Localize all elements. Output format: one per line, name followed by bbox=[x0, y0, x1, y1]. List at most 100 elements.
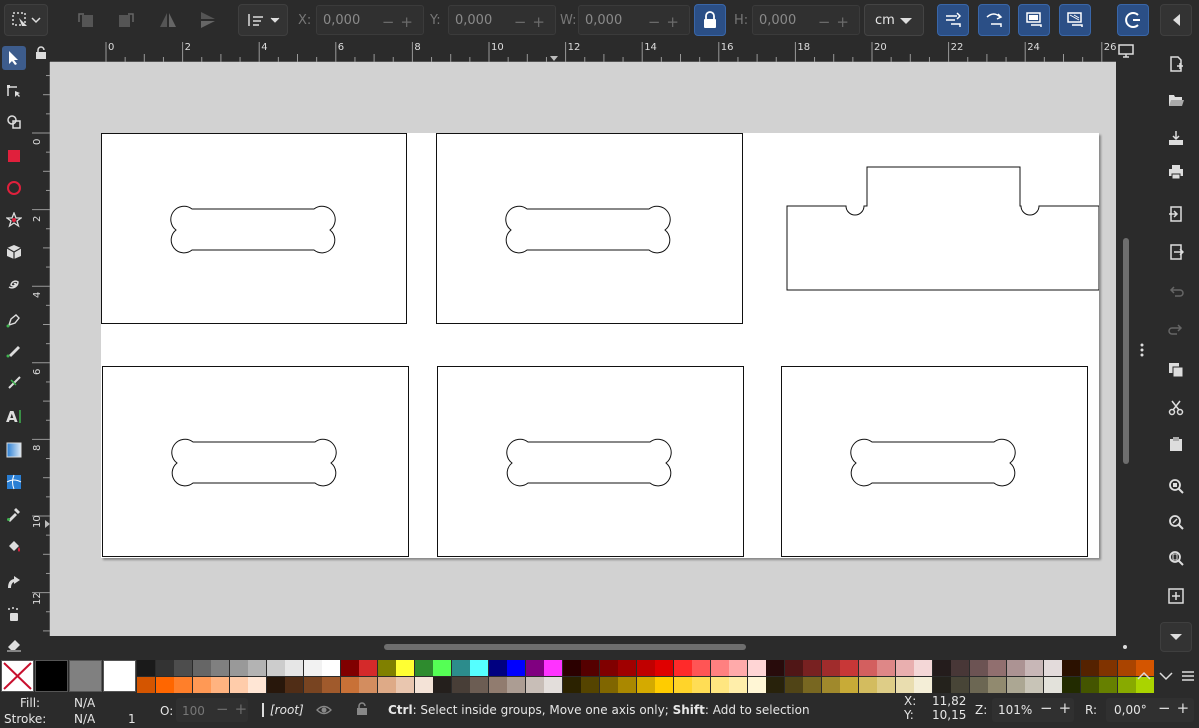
color-swatch[interactable] bbox=[377, 677, 396, 693]
color-swatch[interactable] bbox=[673, 677, 692, 693]
color-swatch[interactable] bbox=[248, 660, 266, 676]
color-swatch[interactable] bbox=[174, 677, 192, 693]
document-page[interactable] bbox=[101, 133, 1099, 558]
color-swatch[interactable] bbox=[803, 677, 821, 693]
scale-corners-button[interactable] bbox=[978, 4, 1010, 36]
redo-button[interactable] bbox=[1164, 318, 1188, 342]
color-swatch[interactable] bbox=[1099, 677, 1117, 693]
no-paint-swatch[interactable] bbox=[1, 660, 34, 692]
color-swatch[interactable] bbox=[507, 660, 525, 676]
eraser-tool[interactable] bbox=[2, 632, 26, 656]
x-stepper-icon[interactable]: −+ bbox=[382, 13, 419, 31]
y-input[interactable]: 0,000 −+ bbox=[448, 5, 556, 35]
color-swatch[interactable] bbox=[840, 677, 858, 693]
color-swatch[interactable] bbox=[451, 677, 470, 693]
vertical-ruler[interactable]: 0 2 4 6 8 10 12 bbox=[30, 62, 50, 636]
color-swatch[interactable] bbox=[1080, 660, 1099, 676]
color-swatch[interactable] bbox=[618, 677, 636, 693]
color-swatch[interactable] bbox=[673, 660, 692, 676]
color-swatch[interactable] bbox=[840, 660, 858, 676]
snap-toggle-button[interactable] bbox=[1117, 4, 1149, 36]
swatch-gray[interactable] bbox=[69, 660, 102, 692]
color-swatch[interactable] bbox=[914, 660, 932, 676]
color-swatch[interactable] bbox=[470, 660, 488, 676]
color-swatch[interactable] bbox=[1062, 660, 1080, 676]
color-swatch[interactable] bbox=[544, 677, 562, 693]
copy-button[interactable] bbox=[1164, 358, 1188, 382]
lock-proportions-button[interactable] bbox=[694, 4, 726, 36]
color-swatch[interactable] bbox=[710, 677, 729, 693]
w-stepper-icon[interactable]: −+ bbox=[648, 13, 685, 31]
tweak-tool[interactable] bbox=[2, 570, 26, 594]
color-swatch[interactable] bbox=[433, 677, 451, 693]
color-swatch[interactable] bbox=[322, 660, 340, 676]
color-swatch[interactable] bbox=[303, 660, 322, 676]
layer-visibility-toggle[interactable] bbox=[316, 703, 332, 720]
gradient-tool[interactable] bbox=[2, 438, 26, 462]
color-swatch[interactable] bbox=[599, 660, 618, 676]
color-swatch[interactable] bbox=[988, 660, 1006, 676]
rotation-input[interactable]: 0,00° −+ bbox=[1106, 698, 1194, 722]
color-swatch[interactable] bbox=[932, 660, 951, 676]
zoom-input[interactable]: 101% −+ bbox=[992, 698, 1074, 722]
x-input[interactable]: 0,000 −+ bbox=[316, 5, 424, 35]
color-swatch[interactable] bbox=[322, 677, 340, 693]
pen-tool[interactable] bbox=[2, 308, 26, 332]
color-swatch[interactable] bbox=[192, 677, 211, 693]
layer-lock-toggle[interactable] bbox=[355, 702, 369, 719]
color-swatch[interactable] bbox=[1006, 660, 1025, 676]
move-gradients-button[interactable] bbox=[1018, 4, 1050, 36]
color-swatch[interactable] bbox=[266, 677, 285, 693]
shape-builder-tool[interactable] bbox=[2, 110, 26, 134]
color-swatch[interactable] bbox=[747, 660, 766, 676]
undo-button[interactable] bbox=[1164, 280, 1188, 304]
color-swatch[interactable] bbox=[1099, 660, 1117, 676]
color-swatch[interactable] bbox=[581, 677, 599, 693]
display-mode-toggle[interactable] bbox=[1118, 44, 1134, 61]
color-swatch[interactable] bbox=[137, 660, 155, 676]
color-swatch[interactable] bbox=[285, 677, 303, 693]
color-swatch[interactable] bbox=[525, 660, 544, 676]
color-swatch[interactable] bbox=[821, 660, 840, 676]
panel-handle[interactable] bbox=[1138, 342, 1146, 361]
bone-cutout[interactable] bbox=[170, 205, 336, 254]
3d-box-tool[interactable] bbox=[2, 240, 26, 264]
star-tool[interactable] bbox=[2, 208, 26, 232]
color-swatch[interactable] bbox=[636, 660, 655, 676]
color-swatch[interactable] bbox=[655, 677, 673, 693]
color-swatch[interactable] bbox=[377, 660, 396, 676]
new-document-button[interactable] bbox=[1164, 52, 1188, 76]
color-swatch[interactable] bbox=[1043, 677, 1062, 693]
current-layer[interactable]: [root] bbox=[270, 703, 304, 717]
color-swatch[interactable] bbox=[1117, 660, 1136, 676]
color-swatch[interactable] bbox=[581, 660, 599, 676]
swatch-black[interactable] bbox=[35, 660, 68, 692]
color-swatch[interactable] bbox=[710, 660, 729, 676]
paste-button[interactable] bbox=[1164, 432, 1188, 456]
swatch-white[interactable] bbox=[103, 660, 136, 692]
zoom-selection-button[interactable] bbox=[1164, 474, 1188, 498]
color-swatch[interactable] bbox=[340, 677, 359, 693]
color-swatch[interactable] bbox=[488, 660, 507, 676]
print-button[interactable] bbox=[1164, 160, 1188, 184]
spiral-tool[interactable] bbox=[2, 272, 26, 296]
color-swatch[interactable] bbox=[729, 660, 747, 676]
commands-overflow-button[interactable] bbox=[1160, 622, 1192, 652]
color-swatch[interactable] bbox=[895, 677, 914, 693]
color-swatch[interactable] bbox=[914, 677, 932, 693]
palette-scroll-up[interactable] bbox=[1137, 670, 1151, 684]
color-swatch[interactable] bbox=[877, 660, 895, 676]
color-swatch[interactable] bbox=[303, 677, 322, 693]
import-button[interactable] bbox=[1164, 202, 1188, 226]
snap-popover-button[interactable] bbox=[1160, 4, 1192, 36]
color-swatch[interactable] bbox=[192, 660, 211, 676]
stroke-width[interactable]: 1 bbox=[128, 712, 136, 726]
color-swatch[interactable] bbox=[414, 677, 433, 693]
palette-scroll-down[interactable] bbox=[1159, 670, 1173, 684]
color-swatch[interactable] bbox=[1117, 677, 1136, 693]
zoom-center-button[interactable] bbox=[1164, 584, 1188, 608]
color-swatch[interactable] bbox=[451, 660, 470, 676]
export-button[interactable] bbox=[1164, 240, 1188, 264]
color-swatch[interactable] bbox=[636, 677, 655, 693]
card-bottom-middle[interactable] bbox=[437, 366, 744, 557]
